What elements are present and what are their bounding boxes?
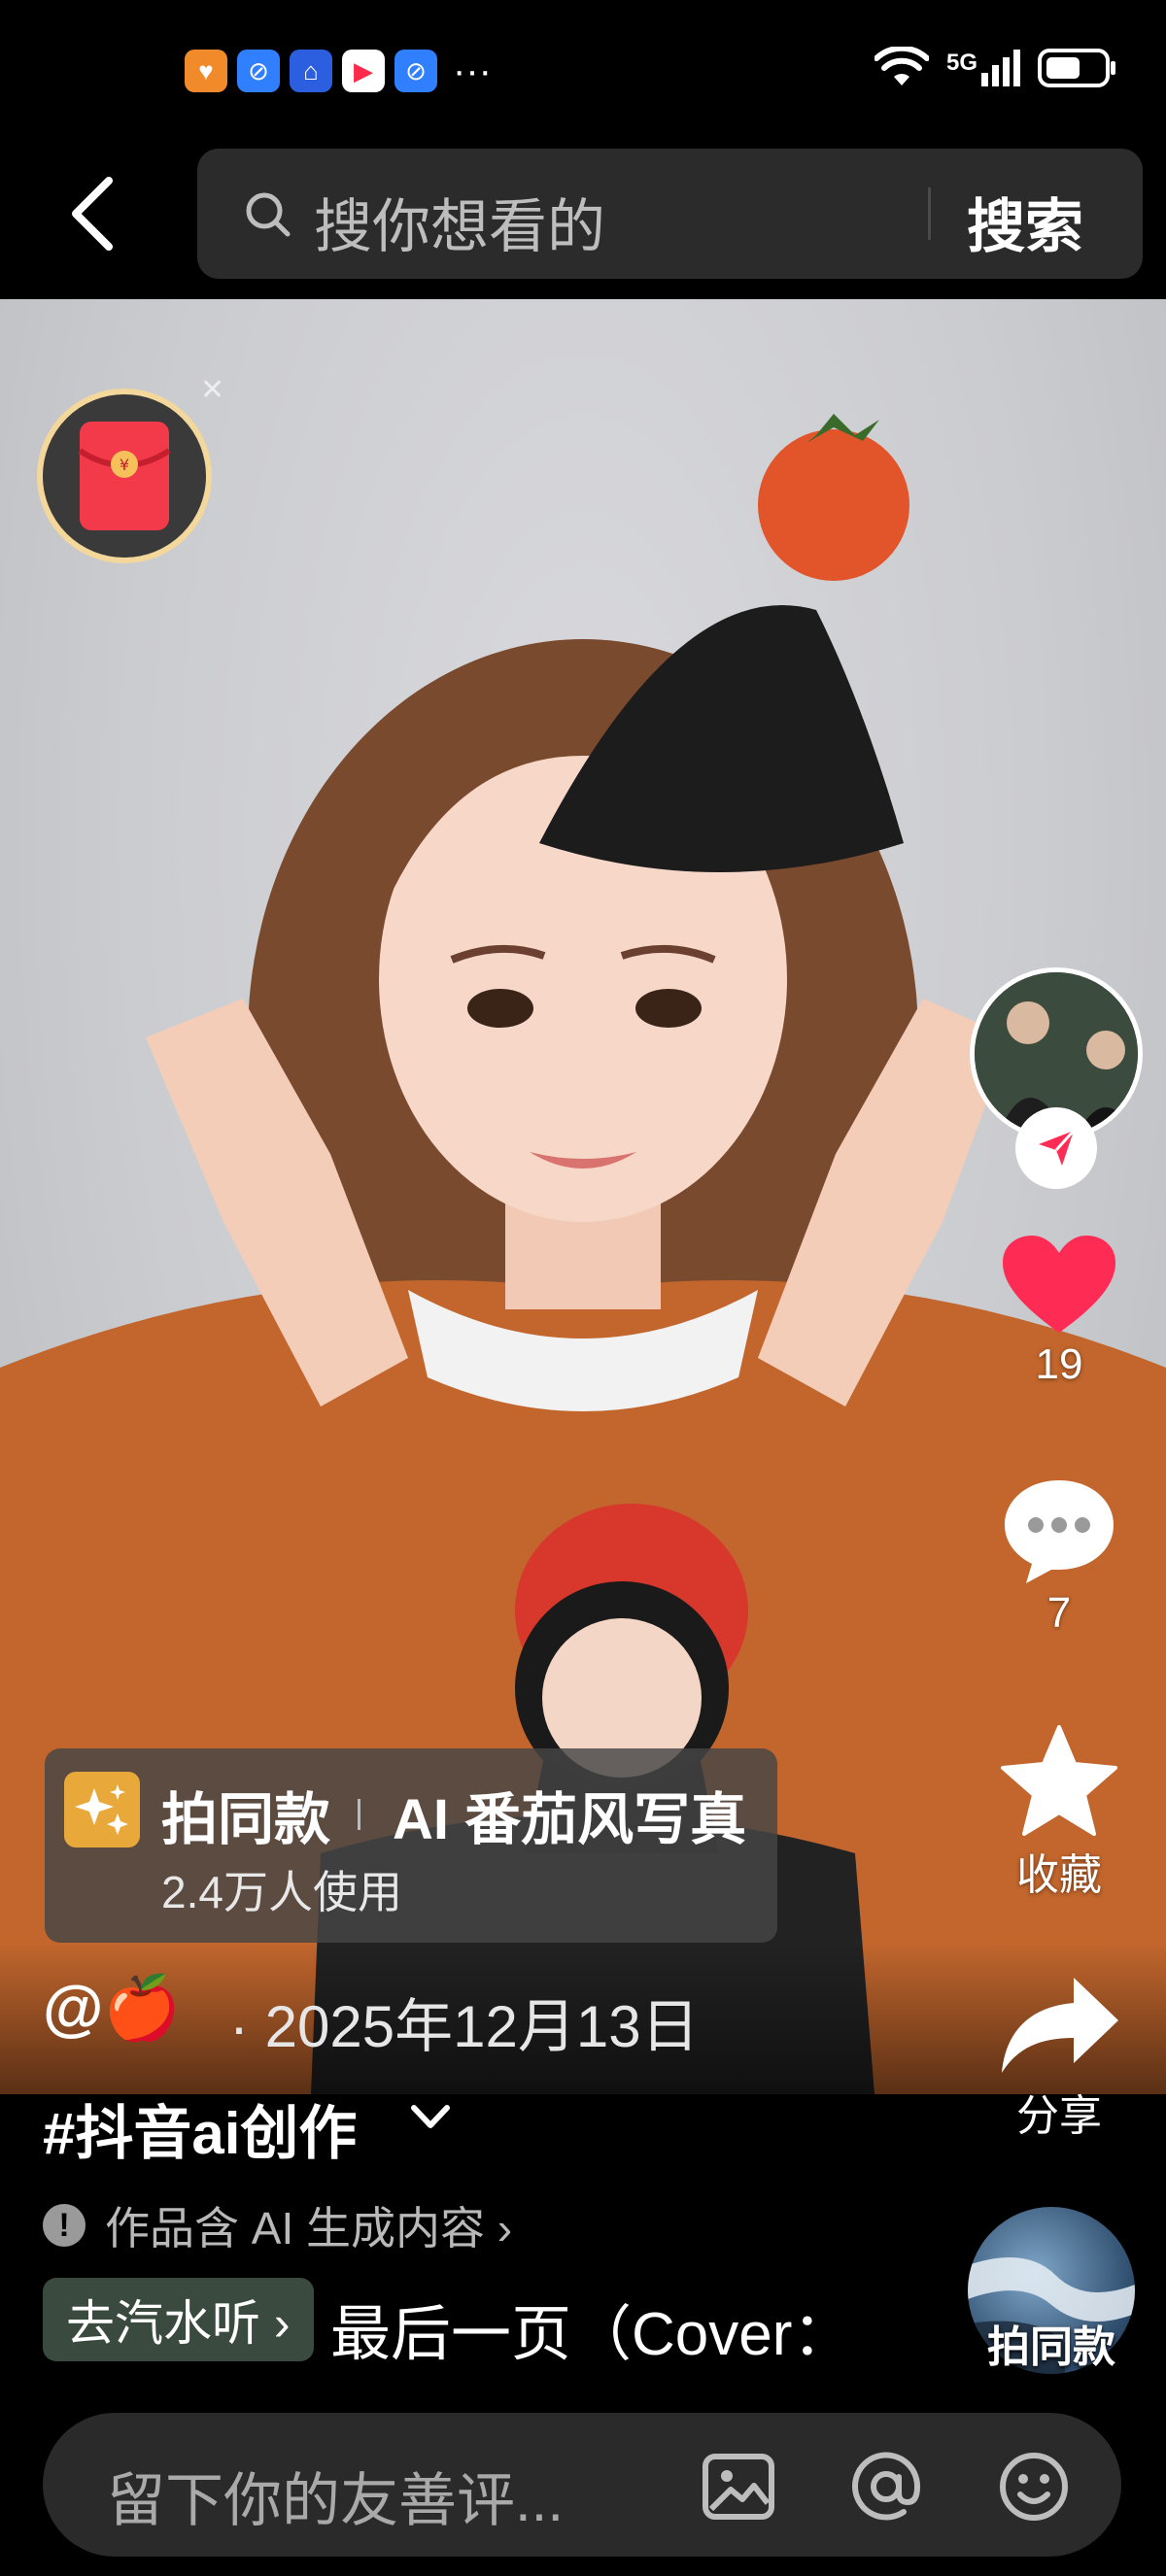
comment-count: 7	[1046, 1589, 1072, 1637]
song-title[interactable]: 最后一页（Cover：	[330, 2285, 840, 2372]
same-style-separator	[358, 1799, 360, 1830]
status-right: 5G	[874, 47, 1117, 89]
back-button[interactable]	[53, 170, 131, 257]
like-button[interactable]: 19	[981, 1232, 1137, 1389]
share-button[interactable]: 分享	[981, 1972, 1137, 2143]
share-label: 分享	[1016, 2092, 1102, 2140]
status-time	[58, 47, 175, 95]
browser-app-icon: ⊘	[237, 50, 280, 92]
favorite-label: 收藏	[1016, 1851, 1102, 1899]
comment-button[interactable]: 7	[981, 1474, 1137, 1638]
same-style-label: 拍同款	[161, 1788, 331, 1851]
wifi-icon	[874, 47, 929, 85]
search-input[interactable]: 搜你想看的	[314, 180, 605, 264]
author-name[interactable]: @🍎	[43, 1972, 181, 2045]
ai-notice-text: 作品含 AI 生成内容 ›	[105, 2203, 513, 2254]
post-date: · 2025年12月13日	[229, 1994, 700, 2059]
share-arrow-icon	[1002, 1978, 1118, 2073]
smiley-icon	[1000, 2453, 1068, 2521]
svg-text:¥: ¥	[120, 456, 129, 474]
heart-app-icon: ♥	[185, 50, 227, 92]
info-icon: !	[43, 2204, 86, 2247]
ai-content-notice[interactable]: ! 作品含 AI 生成内容 ›	[43, 2193, 512, 2257]
same-style-card[interactable]: 拍同款 AI 番茄风写真 2.4万人使用	[45, 1748, 777, 1943]
same-style-title: AI 番茄风写真	[393, 1788, 747, 1851]
emoji-button[interactable]	[995, 2448, 1073, 2525]
browser2-app-icon: ⊘	[394, 50, 437, 92]
more-notifications-icon: ···	[453, 50, 492, 92]
follow-button[interactable]	[1015, 1107, 1097, 1189]
comment-icon	[1005, 1480, 1114, 1583]
status-left: ♥ ⊘ ⌂ ▶ ⊘ ···	[58, 47, 492, 95]
image-picker-button[interactable]	[700, 2448, 777, 2525]
at-sign-icon	[852, 2452, 921, 2521]
comment-bar[interactable]: 留下你的友善评...	[43, 2413, 1121, 2557]
search-divider	[928, 187, 931, 240]
network-label: 5G	[945, 50, 977, 76]
paper-plane-icon	[1039, 1129, 1076, 1166]
red-packet-close-icon[interactable]: ✕	[200, 373, 224, 407]
favorite-button[interactable]: 收藏	[981, 1723, 1137, 1902]
same-style-users: 2.4万人使用	[161, 1867, 402, 1917]
chevron-down-icon	[411, 2105, 450, 2128]
like-count: 19	[1035, 1340, 1083, 1388]
video-app-icon: ▶	[342, 50, 385, 92]
search-icon	[246, 192, 291, 237]
red-envelope-icon: ¥	[78, 422, 171, 530]
chevron-left-icon	[72, 177, 113, 251]
music-app-chip[interactable]: 去汽水听 ›	[43, 2278, 314, 2361]
mention-button[interactable]	[847, 2448, 925, 2525]
battery-icon	[1038, 49, 1115, 87]
search-box[interactable]: 搜你想看的 搜索	[197, 149, 1143, 279]
search-button[interactable]: 搜索	[967, 180, 1083, 264]
image-icon	[703, 2454, 774, 2520]
heart-icon	[1003, 1236, 1115, 1333]
signal-5g-icon: 5G	[946, 50, 1020, 86]
status-bar: ♥ ⊘ ⌂ ▶ ⊘ ··· 5G	[0, 0, 1166, 146]
red-packet-button[interactable]: ¥	[37, 389, 212, 563]
expand-description-button[interactable]	[408, 2100, 453, 2138]
tool-app-icon: ⌂	[290, 50, 332, 92]
same-disc-label: 拍同款	[987, 2323, 1115, 2371]
hashtag[interactable]: #抖音ai创作	[43, 2086, 357, 2171]
comment-input[interactable]: 留下你的友善评...	[107, 2454, 564, 2538]
star-icon	[1001, 1725, 1117, 1836]
sparkle-icon	[64, 1772, 140, 1847]
